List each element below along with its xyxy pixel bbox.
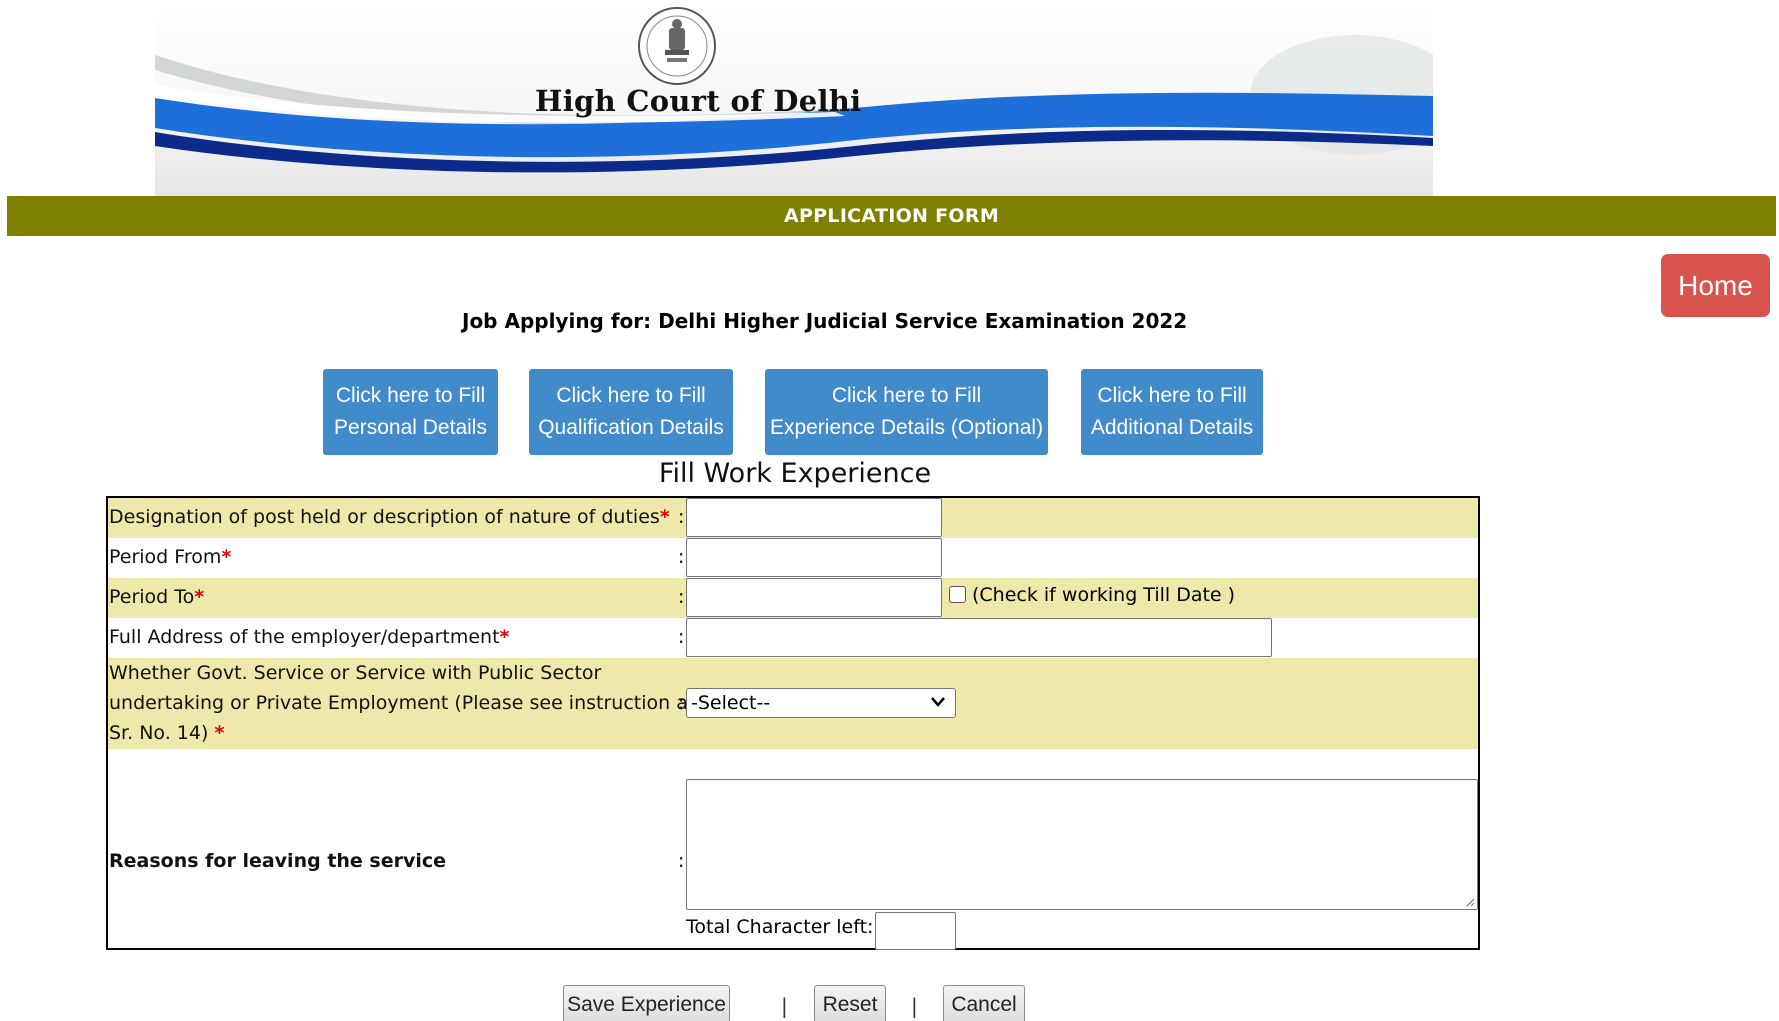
nav-button-line: Additional Details (1090, 416, 1254, 439)
required-mark: * (221, 546, 232, 568)
chars-left-label: Total Character left: (686, 916, 874, 938)
home-button[interactable]: Home (1661, 254, 1770, 317)
chars-left-field (875, 912, 956, 950)
application-form-bar: APPLICATION FORM (7, 196, 1776, 236)
nav-button-line: Experience Details (Optional) (769, 416, 1044, 439)
address-label: Full Address of the employer/department* (109, 626, 510, 648)
required-mark: * (194, 586, 205, 608)
nav-button-line: Qualification Details (538, 416, 724, 439)
nav-button-line: Click here to Fill (335, 384, 486, 407)
fill-qualification-details-button[interactable]: Click here to Fill Qualification Details (529, 369, 733, 455)
till-date-label: (Check if working Till Date ) (972, 584, 1236, 606)
service-type-label-line: Whether Govt. Service or Service with Pu… (109, 662, 602, 684)
required-mark: * (659, 506, 670, 528)
address-row: Full Address of the employer/department*… (108, 618, 1478, 658)
cancel-button[interactable]: Cancel (943, 985, 1025, 1021)
separator: | (911, 994, 918, 1018)
reasons-label: Reasons for leaving the service (109, 850, 447, 872)
separator: | (781, 994, 788, 1018)
required-mark: * (214, 722, 225, 744)
fill-experience-details-button[interactable]: Click here to Fill Experience Details (O… (765, 369, 1048, 455)
reset-button[interactable]: Reset (814, 985, 886, 1021)
job-applying-line: Job Applying for: Delhi Higher Judicial … (462, 309, 1187, 333)
employer-address-input[interactable] (686, 618, 1272, 657)
period-from-row: Period From* : (108, 538, 1478, 578)
page: High Court of Delhi APPLICATION FORM Hom… (0, 0, 1779, 1021)
nav-button-line: Click here to Fill (1097, 384, 1247, 407)
service-type-label-line: Sr. No. 14) (109, 722, 209, 744)
nav-button-line: Click here to Fill (831, 384, 982, 407)
save-experience-button[interactable]: Save Experience (563, 985, 730, 1021)
service-type-label: Whether Govt. Service or Service with Pu… (109, 658, 695, 748)
chevron-down-icon (931, 695, 945, 711)
court-emblem-icon (632, 6, 722, 86)
period-from-label: Period From* (109, 546, 232, 568)
court-title: High Court of Delhi (535, 84, 862, 118)
service-type-selected: -Select-- (691, 692, 771, 714)
period-to-row: Period To* : (Check if working Till Date… (108, 578, 1478, 618)
service-type-label-line: undertaking or Private Employment (Pleas… (109, 692, 696, 714)
period-to-label: Period To* (109, 586, 205, 608)
period-from-input[interactable] (686, 538, 942, 577)
section-title: Fill Work Experience (658, 458, 932, 489)
designation-input[interactable] (686, 498, 942, 537)
service-type-row: Whether Govt. Service or Service with Pu… (108, 658, 1478, 749)
job-title: Delhi Higher Judicial Service Examinatio… (658, 309, 1188, 333)
fill-personal-details-button[interactable]: Click here to Fill Personal Details (323, 369, 498, 455)
colon: : (678, 626, 685, 648)
reasons-textarea[interactable] (686, 779, 1478, 910)
till-date-checkbox[interactable] (949, 586, 966, 603)
designation-label: Designation of post held or description … (109, 506, 670, 528)
nav-button-line: Personal Details (334, 416, 487, 439)
header-banner: High Court of Delhi (155, 0, 1433, 196)
resize-handle-icon[interactable] (1465, 897, 1475, 907)
job-applying-prefix: Job Applying for: (462, 309, 652, 333)
colon: : (678, 850, 685, 872)
designation-row: Designation of post held or description … (108, 498, 1478, 538)
reasons-row: Reasons for leaving the service : Total … (108, 749, 1478, 950)
work-experience-form: Designation of post held or description … (106, 496, 1480, 950)
nav-button-line: Click here to Fill (556, 384, 706, 407)
colon: : (678, 586, 685, 608)
period-to-input[interactable] (686, 578, 942, 617)
required-mark: * (499, 626, 510, 648)
colon: : (678, 546, 685, 568)
service-type-select[interactable]: -Select-- (686, 688, 956, 718)
fill-additional-details-button[interactable]: Click here to Fill Additional Details (1081, 369, 1263, 455)
colon: : (678, 692, 685, 714)
colon: : (678, 506, 685, 528)
